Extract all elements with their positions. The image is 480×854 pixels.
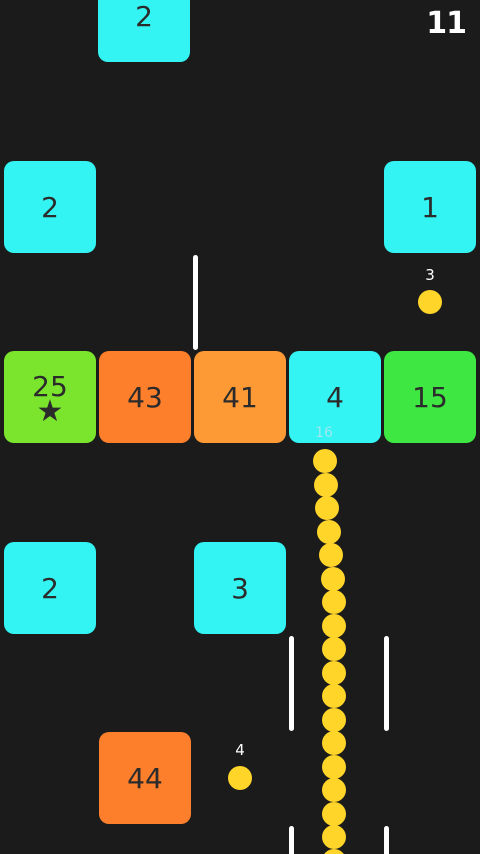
- block-top-center: 2: [98, 0, 190, 62]
- snake-segment: [322, 825, 346, 849]
- block-value: 3: [231, 571, 249, 605]
- block-value: 2: [135, 0, 153, 33]
- snake-segment: [322, 754, 346, 779]
- wall-divider: [289, 826, 294, 854]
- food-value-label: 3: [425, 266, 435, 284]
- block-upper-right: 1: [384, 161, 476, 253]
- wall-divider: [193, 255, 198, 350]
- block-bottom: 44: [99, 732, 191, 824]
- block-value: 4: [326, 380, 344, 414]
- snake-segment: [315, 496, 339, 520]
- food-pellet: [418, 290, 442, 314]
- star-icon: ★: [36, 394, 64, 429]
- wall-divider: [384, 636, 389, 731]
- snake-segment: [322, 590, 346, 614]
- food-value-label: 4: [235, 741, 245, 759]
- snake-segment: [322, 778, 346, 802]
- snake-length-label: 16: [315, 425, 333, 441]
- snake-segment: [322, 613, 346, 638]
- block-row-item: 25 ★: [4, 351, 96, 443]
- snake-segment: [319, 543, 343, 567]
- block-row-item: 41: [194, 351, 286, 443]
- food-pellet: [228, 766, 252, 790]
- block-value: 41: [222, 380, 258, 414]
- snake-segment: [322, 707, 346, 732]
- score-counter: 11: [426, 6, 467, 41]
- snake-segment: [322, 731, 346, 755]
- wall-divider: [384, 826, 389, 854]
- block-value: 43: [127, 380, 163, 414]
- block-value: 2: [41, 571, 59, 605]
- snake-segment: [313, 449, 337, 473]
- block-value: 1: [421, 190, 439, 224]
- snake-segment: [314, 472, 338, 497]
- snake-segment: [322, 684, 346, 708]
- block-upper-left: 2: [4, 161, 96, 253]
- snake-segment: [322, 801, 346, 826]
- game-board[interactable]: 11 2 2 1 3 4 25 ★ 43 41 4 15 2 3 44 16: [0, 0, 480, 854]
- snake-segment: [321, 566, 345, 591]
- snake-segment: [322, 637, 346, 661]
- block-row-item: 43: [99, 351, 191, 443]
- block-value: 44: [127, 761, 163, 795]
- snake-segment: [317, 519, 341, 544]
- snake-segment: [322, 660, 346, 685]
- wall-divider: [289, 636, 294, 731]
- block-value: 15: [412, 380, 448, 414]
- block-lower-mid: 3: [194, 542, 286, 634]
- block-lower-left: 2: [4, 542, 96, 634]
- block-row-item: 15: [384, 351, 476, 443]
- block-value: 2: [41, 190, 59, 224]
- snake-segment: [322, 848, 346, 854]
